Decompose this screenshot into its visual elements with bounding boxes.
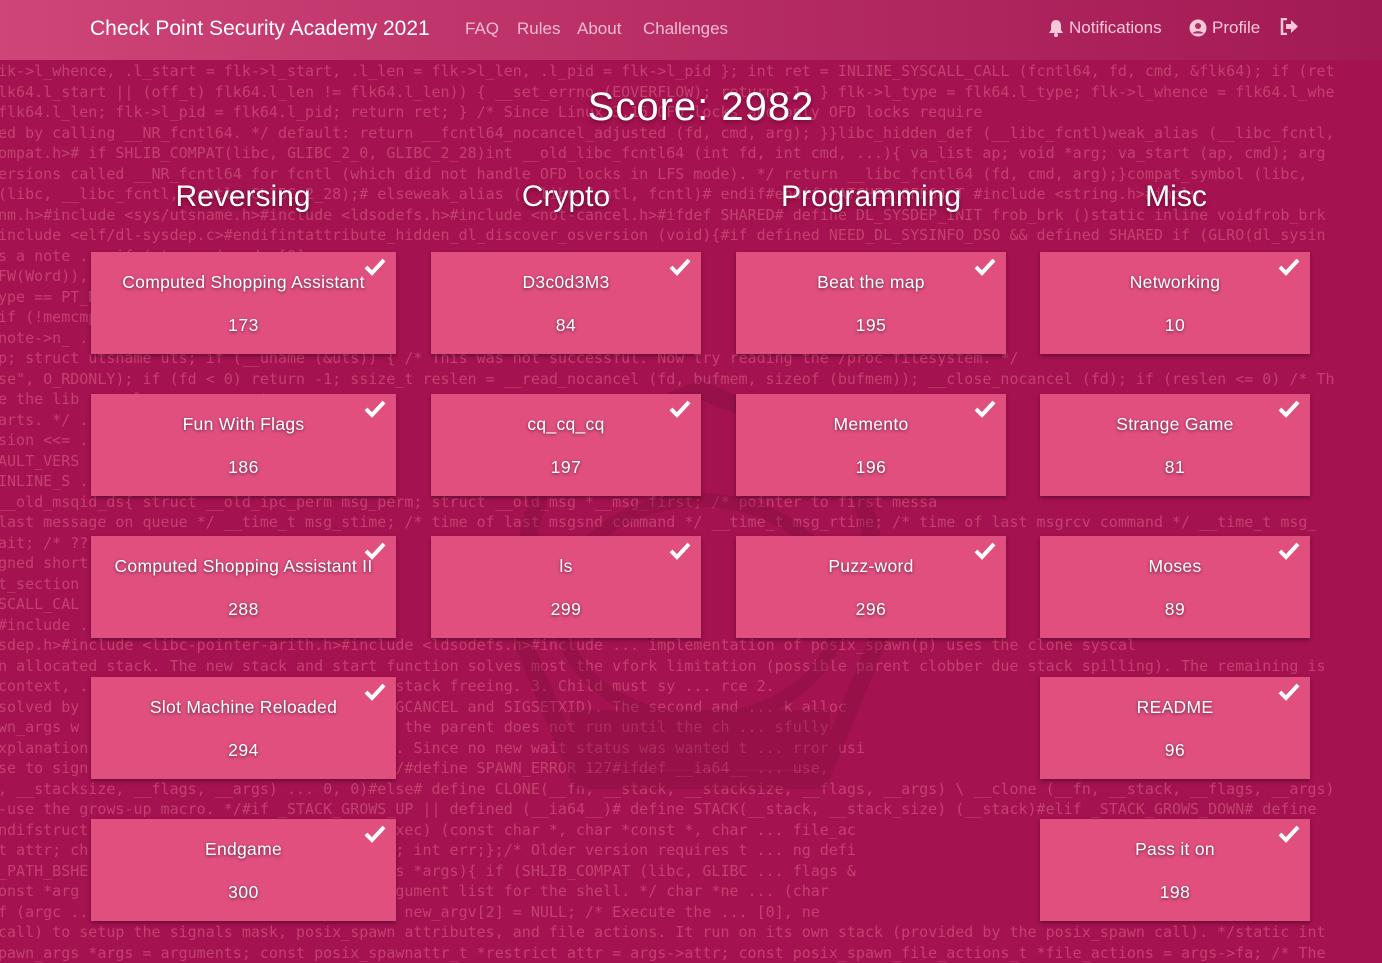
challenge-card[interactable]: ls 299 [431,536,701,638]
notifications-label: Notifications [1069,18,1162,37]
logout-button[interactable] [1280,18,1304,35]
challenge-name: ls [559,556,573,576]
challenge-points: 186 [228,457,259,477]
challenge-points: 300 [228,882,259,902]
nav-link-challenges[interactable]: Challenges [643,19,728,39]
challenge-name: Computed Shopping Assistant [122,272,365,292]
challenge-card[interactable]: Endgame 300 [91,819,396,921]
sign-out-icon [1280,18,1298,35]
challenge-points: 288 [228,599,259,619]
code-line: include <elf/dl-sysdep.c>#endifintattrib… [0,226,1326,244]
challenge-name: cq_cq_cq [527,414,605,434]
category-title-crypto: Crypto [521,180,611,213]
challenge-points: 197 [550,457,582,477]
challenge-card[interactable]: Memento 196 [736,394,1006,496]
challenge-points: 89 [1164,599,1186,619]
category-title-reversing: Reversing [175,180,311,213]
nav-link-about[interactable]: About [577,19,621,39]
challenge-card[interactable]: Beat the map 195 [736,252,1006,354]
challenge-points: 196 [855,457,887,477]
profile-label: Profile [1212,18,1261,37]
site-brand[interactable]: Check Point Security Academy 2021 [90,17,430,41]
challenge-points: 81 [1164,457,1186,477]
challenge-name: Endgame [204,839,282,859]
challenge-name: Fun With Flags [182,414,305,434]
challenge-points: 195 [855,315,887,335]
challenge-card[interactable]: Networking 10 [1040,252,1310,354]
profile-link[interactable]: Profile [1189,18,1260,38]
top-navbar: Check Point Security Academy 2021 FAQ Ru… [0,0,1382,60]
nav-link-rules[interactable]: Rules [517,19,560,39]
nav-link-faq[interactable]: FAQ [465,19,499,39]
challenge-name: Computed Shopping Assistant II [114,556,373,576]
score-display: Score: 2982 [587,85,815,129]
challenge-points: 84 [555,315,577,335]
code-line: pawn_args *args = arguments; const posix… [0,943,1326,962]
challenge-card[interactable]: Computed Shopping Assistant II 288 [91,536,396,638]
challenge-card[interactable]: README 96 [1040,677,1310,779]
challenge-name: Memento [833,414,909,434]
challenge-name: README [1136,697,1214,717]
user-circle-icon [1189,19,1207,37]
category-title-misc: Misc [1145,180,1207,213]
challenge-card[interactable]: cq_cq_cq 197 [431,394,701,496]
challenge-name: Networking [1129,272,1221,292]
challenge-points: 296 [855,599,887,619]
challenge-card[interactable]: Slot Machine Reloaded 294 [91,677,396,779]
code-line: call) to setup the signals mask, posix_s… [0,923,1326,941]
category-title-programming: Programming [780,180,962,213]
challenge-points: 96 [1164,740,1186,760]
challenge-card[interactable]: Puzz-word 296 [736,536,1006,638]
challenge-name: D3c0d3M3 [522,272,610,292]
challenge-points: 10 [1164,315,1186,335]
challenge-card[interactable]: Strange Game 81 [1040,394,1310,496]
code-line: ompat.h># if SHLIB_COMPAT(libc, GLIBC_2_… [0,144,1326,162]
challenge-points: 294 [228,740,259,760]
challenge-card[interactable]: Pass it on 198 [1040,819,1310,921]
challenge-card[interactable]: Moses 89 [1040,536,1310,638]
challenge-name: Strange Game [1116,414,1234,434]
challenge-name: Slot Machine Reloaded [149,697,338,717]
bell-icon [1049,20,1063,37]
code-line: ik->l_whence, .l_start = flk->l_start, .… [0,62,1335,80]
challenge-name: Puzz-word [828,556,914,576]
challenge-points: 299 [550,599,582,619]
challenge-card[interactable]: D3c0d3M3 84 [431,252,701,354]
challenge-card[interactable]: Computed Shopping Assistant 173 [91,252,396,354]
challenge-card[interactable]: Fun With Flags 186 [91,394,396,496]
challenge-name: Moses [1148,556,1202,576]
challenge-name: Pass it on [1135,839,1215,859]
challenge-points: 198 [1159,882,1191,902]
challenge-points: 173 [228,315,259,335]
notifications-link[interactable]: Notifications [1048,18,1162,38]
challenge-name: Beat the map [817,272,925,292]
